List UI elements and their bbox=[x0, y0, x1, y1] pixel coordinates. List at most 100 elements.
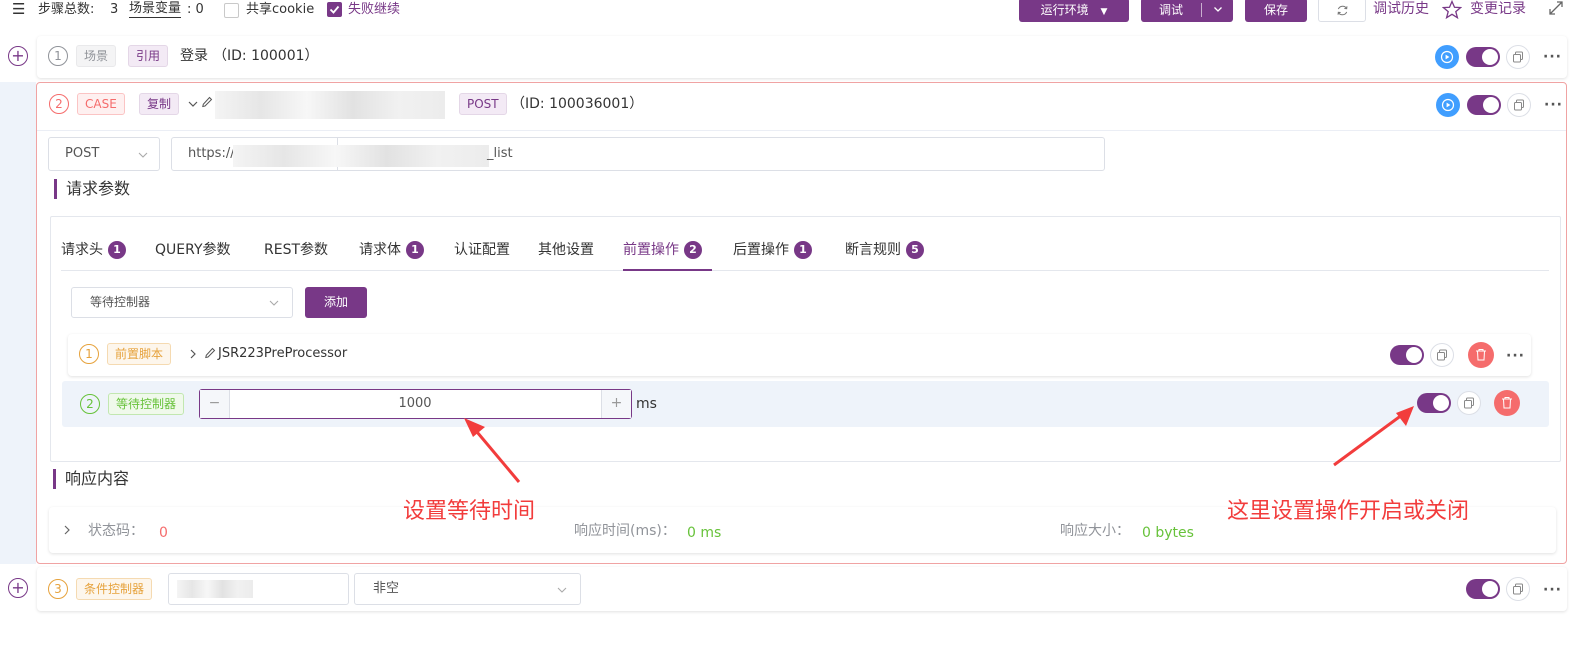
pre-script-copy-button[interactable] bbox=[1430, 343, 1454, 367]
tab-post-operations-badge: 1 bbox=[794, 241, 812, 259]
url-redacted bbox=[233, 145, 489, 167]
run-environment-label: 运行环境 bbox=[1040, 3, 1089, 17]
response-size-value: 0 bytes bbox=[1142, 525, 1194, 541]
debug-label: 调试 bbox=[1158, 3, 1183, 17]
step2-index: 2 bbox=[49, 94, 69, 114]
request-params-title: 请求参数 bbox=[54, 179, 130, 199]
case-tag: CASE bbox=[77, 93, 125, 115]
pre-script-delete-button[interactable] bbox=[1468, 342, 1494, 368]
run-environment-button[interactable]: 运行环境 ▼ bbox=[1019, 0, 1129, 22]
wait-time-stepper[interactable]: − 1000 + bbox=[199, 389, 632, 419]
tab-body-badge: 1 bbox=[406, 241, 424, 259]
step2-copy-button[interactable] bbox=[1507, 93, 1531, 117]
wait-controller-tag: 等待控制器 bbox=[108, 393, 185, 415]
tab-headers[interactable]: 请求头 1 bbox=[61, 241, 126, 259]
method-select[interactable]: POST bbox=[48, 137, 160, 171]
step1-expand-icon[interactable]: + bbox=[8, 46, 28, 66]
step1-card[interactable]: 1 场景 引用 登录 （ID: 100001） ··· bbox=[37, 36, 1567, 78]
tab-rest-params[interactable]: REST参数 bbox=[264, 241, 328, 259]
response-time-label: 响应时间(ms)： bbox=[574, 523, 676, 539]
increment-button[interactable]: + bbox=[601, 390, 631, 418]
step3-card[interactable]: 3 条件控制器 非空 ··· bbox=[37, 567, 1567, 611]
condition-operator-select[interactable]: 非空 bbox=[354, 573, 581, 605]
tab-post-operations[interactable]: 后置操作 1 bbox=[733, 241, 812, 259]
step1-copy-button[interactable] bbox=[1506, 45, 1530, 69]
save-button[interactable]: 保存 bbox=[1245, 0, 1307, 22]
wait-controller-enable-toggle[interactable] bbox=[1417, 393, 1451, 413]
step1-name: 登录 bbox=[180, 48, 208, 64]
debug-button[interactable]: 调试 bbox=[1141, 0, 1233, 22]
run-step-button[interactable] bbox=[1436, 93, 1460, 117]
tab-headers-badge: 1 bbox=[108, 241, 126, 259]
play-icon bbox=[1441, 98, 1455, 112]
add-processor-button[interactable]: 添加 bbox=[305, 287, 367, 318]
edit-icon[interactable] bbox=[201, 96, 213, 110]
fail-continue-checkbox[interactable] bbox=[327, 2, 342, 17]
processor-type-select[interactable]: 等待控制器 bbox=[71, 287, 293, 318]
pre-script-enable-toggle[interactable] bbox=[1390, 345, 1424, 365]
copy-icon bbox=[1513, 583, 1523, 595]
share-cookie-label: 共享cookie bbox=[246, 2, 315, 17]
step1-more-icon[interactable]: ··· bbox=[1543, 50, 1562, 64]
pre-script-name: JSR223PreProcessor bbox=[218, 346, 348, 361]
step3-more-icon[interactable]: ··· bbox=[1543, 583, 1562, 597]
response-title: 响应内容 bbox=[53, 469, 129, 489]
chevron-down-icon[interactable] bbox=[1202, 0, 1233, 22]
step2-name-redacted bbox=[215, 91, 445, 119]
tab-query-params[interactable]: QUERY参数 bbox=[155, 241, 231, 259]
step3-enable-toggle[interactable] bbox=[1466, 579, 1500, 599]
response-time-value: 0 ms bbox=[687, 525, 722, 541]
step3-index: 3 bbox=[48, 579, 68, 599]
step2-gutter bbox=[0, 82, 36, 564]
pre-script-item[interactable]: 1 前置脚本 JSR223PreProcessor ··· bbox=[68, 334, 1531, 376]
wait-time-value[interactable]: 1000 bbox=[230, 390, 600, 418]
condition-controller-tag: 条件控制器 bbox=[76, 578, 153, 600]
copy-icon bbox=[1513, 51, 1523, 63]
tab-other-settings[interactable]: 其他设置 bbox=[538, 241, 594, 259]
wait-controller-delete-button[interactable] bbox=[1494, 390, 1520, 416]
step2-more-icon[interactable]: ··· bbox=[1544, 98, 1563, 112]
step3-expand-icon[interactable]: + bbox=[8, 578, 28, 598]
pre-script-more-icon[interactable]: ··· bbox=[1506, 349, 1525, 363]
step3-copy-button[interactable] bbox=[1506, 577, 1530, 601]
step1-enable-toggle[interactable] bbox=[1466, 47, 1500, 67]
wait-controller-copy-button[interactable] bbox=[1457, 391, 1481, 415]
wait-controller-item[interactable]: 2 等待控制器 − 1000 + ms bbox=[62, 381, 1549, 427]
tab-assertions[interactable]: 断言规则 5 bbox=[845, 241, 924, 259]
menu-icon[interactable]: ☰ bbox=[12, 0, 25, 18]
fail-continue-label: 失败继续 bbox=[348, 2, 401, 17]
tab-pre-operations[interactable]: 前置操作 2 bbox=[623, 241, 702, 259]
share-cookie-checkbox[interactable] bbox=[224, 3, 239, 18]
scene-variable-link[interactable]: 场景变量 bbox=[129, 1, 182, 18]
decrement-button[interactable]: − bbox=[200, 390, 230, 418]
caret-down-icon: ▼ bbox=[1100, 7, 1108, 17]
chevron-right-icon[interactable] bbox=[62, 524, 72, 536]
star-icon[interactable] bbox=[1442, 0, 1462, 20]
copy-tag: 复制 bbox=[139, 93, 180, 115]
scene-tag: 场景 bbox=[76, 45, 117, 67]
tab-body[interactable]: 请求体 1 bbox=[359, 241, 424, 259]
wait-time-unit: ms bbox=[636, 396, 657, 412]
change-log-link[interactable]: 变更记录 bbox=[1470, 0, 1526, 18]
active-tab-indicator bbox=[623, 269, 712, 271]
chevron-down-icon bbox=[269, 300, 279, 306]
chevron-down-icon bbox=[557, 587, 567, 593]
step2-enable-toggle[interactable] bbox=[1467, 95, 1501, 115]
scenario-toolbar: ☰ 步骤总数: 3 场景变量 : 0 共享cookie 失败继续 运行环境 ▼ … bbox=[0, 0, 1589, 22]
reference-tag: 引用 bbox=[128, 45, 169, 67]
processor-type-value: 等待控制器 bbox=[90, 295, 151, 309]
step-count: 3 bbox=[110, 2, 119, 17]
edit-icon[interactable] bbox=[204, 347, 216, 361]
refresh-button[interactable] bbox=[1318, 0, 1366, 22]
chevron-down-icon[interactable] bbox=[187, 98, 199, 110]
fullscreen-icon[interactable] bbox=[1548, 0, 1564, 16]
run-step-button[interactable] bbox=[1435, 45, 1459, 69]
chevron-right-icon[interactable] bbox=[188, 348, 198, 360]
debug-history-link[interactable]: 调试历史 bbox=[1373, 0, 1429, 18]
tab-auth-config[interactable]: 认证配置 bbox=[454, 241, 510, 259]
method-select-value: POST bbox=[65, 146, 100, 161]
condition-variable-input[interactable] bbox=[168, 573, 349, 605]
step-count-label: 步骤总数: bbox=[38, 2, 95, 17]
pre-script-tag: 前置脚本 bbox=[107, 343, 172, 365]
copy-icon bbox=[1437, 349, 1447, 361]
